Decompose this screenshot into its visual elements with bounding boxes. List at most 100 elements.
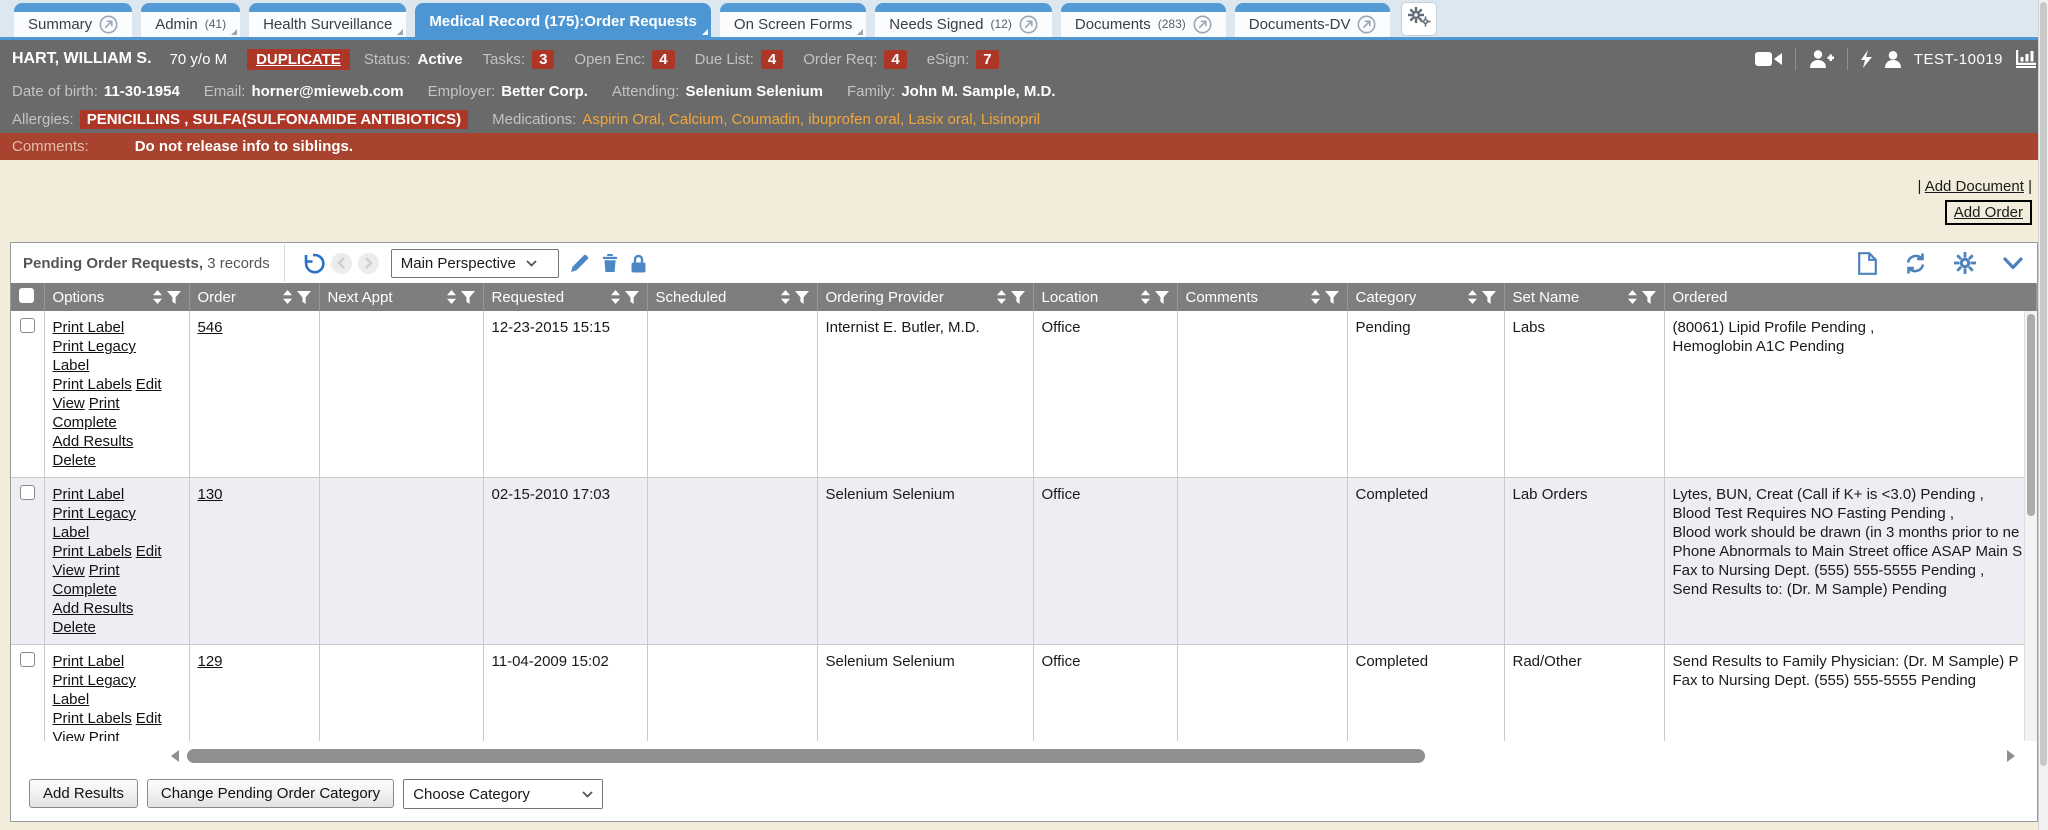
prev-page-icon[interactable] [331, 253, 352, 274]
popout-icon[interactable] [1019, 15, 1038, 34]
filter-funnel-icon[interactable] [625, 291, 639, 304]
due-list-badge[interactable]: 4 [761, 50, 783, 69]
undo-icon[interactable] [301, 252, 325, 274]
select-all-checkbox[interactable] [19, 288, 34, 303]
add-order-link[interactable]: Add Order [1954, 204, 2023, 221]
filter-funnel-icon[interactable] [461, 291, 475, 304]
delete-link[interactable]: Delete [53, 619, 96, 636]
row-checkbox[interactable] [20, 318, 35, 333]
scroll-left-arrow[interactable] [171, 750, 179, 762]
collapse-chevron-icon[interactable] [2003, 257, 2023, 270]
vertical-scrollbar[interactable] [2024, 311, 2037, 741]
add-results-link[interactable]: Add Results [53, 433, 134, 450]
order-number-link[interactable]: 129 [198, 653, 223, 670]
sort-icon[interactable] [153, 290, 162, 304]
row-checkbox[interactable] [20, 485, 35, 500]
row-checkbox[interactable] [20, 652, 35, 667]
scroll-right-arrow[interactable] [2007, 750, 2015, 762]
duplicate-badge[interactable]: DUPLICATE [247, 49, 350, 70]
sort-icon[interactable] [1468, 290, 1477, 304]
sort-icon[interactable] [997, 290, 1006, 304]
tasks-badge[interactable]: 3 [532, 50, 554, 69]
tab-documents-dv[interactable]: Documents-DV [1235, 3, 1391, 37]
filter-funnel-icon[interactable] [1325, 291, 1339, 304]
person-icon[interactable] [1885, 51, 1901, 68]
print-labels-link[interactable]: Print Labels [53, 376, 132, 393]
filter-funnel-icon[interactable] [297, 291, 311, 304]
tab-health-surveillance[interactable]: Health Surveillance [249, 3, 406, 37]
choose-category-select[interactable]: Choose Category [403, 779, 603, 809]
tab-medical-record[interactable]: Medical Record (175):Order Requests [415, 3, 711, 37]
tab-on-screen-forms[interactable]: On Screen Forms [720, 3, 866, 37]
print-link[interactable]: Print [89, 562, 120, 579]
perspective-select[interactable]: Main Perspective [391, 249, 559, 278]
print-labels-link[interactable]: Print Labels [53, 543, 132, 560]
delete-trash-icon[interactable] [602, 254, 618, 272]
open-enc-badge[interactable]: 4 [652, 50, 674, 69]
add-person-icon[interactable] [1809, 50, 1834, 68]
tab-summary[interactable]: Summary [14, 3, 132, 37]
filter-funnel-icon[interactable] [795, 291, 809, 304]
edit-pencil-icon[interactable] [571, 254, 589, 272]
view-link[interactable]: View [53, 395, 85, 412]
edit-link[interactable]: Edit [136, 543, 162, 560]
lightning-icon[interactable] [1861, 50, 1872, 68]
print-link[interactable]: Print [89, 395, 120, 412]
complete-link[interactable]: Complete [53, 414, 117, 431]
allergies-badge[interactable]: PENICILLINS , SULFA(SULFONAMIDE ANTIBIOT… [80, 110, 468, 129]
print-legacy-label-link[interactable]: Print Legacy Label [53, 505, 136, 541]
refresh-icon[interactable] [1904, 253, 1927, 274]
filter-funnel-icon[interactable] [167, 291, 181, 304]
view-link[interactable]: View [53, 729, 85, 741]
vertical-scrollbar-thumb[interactable] [2027, 314, 2035, 516]
sort-icon[interactable] [1628, 290, 1637, 304]
filter-funnel-icon[interactable] [1482, 291, 1496, 304]
order-number-link[interactable]: 546 [198, 319, 223, 336]
edit-link[interactable]: Edit [136, 710, 162, 727]
popout-icon[interactable] [99, 15, 118, 34]
next-page-icon[interactable] [358, 253, 379, 274]
popout-icon[interactable] [1193, 15, 1212, 34]
view-link[interactable]: View [53, 562, 85, 579]
esign-badge[interactable]: 7 [976, 50, 998, 69]
print-legacy-label-link[interactable]: Print Legacy Label [53, 338, 136, 374]
add-results-button[interactable]: Add Results [29, 779, 138, 808]
flowsheet-chart-icon[interactable] [2016, 50, 2036, 68]
complete-link[interactable]: Complete [53, 581, 117, 598]
change-pending-order-category-button[interactable]: Change Pending Order Category [147, 779, 394, 808]
sort-icon[interactable] [447, 290, 456, 304]
video-camera-icon[interactable] [1755, 51, 1782, 67]
tab-documents[interactable]: Documents (283) [1061, 3, 1226, 37]
print-legacy-label-link[interactable]: Print Legacy Label [53, 672, 136, 708]
window-scrollbar[interactable] [2038, 0, 2048, 830]
tab-needs-signed[interactable]: Needs Signed (12) [875, 3, 1052, 37]
print-labels-link[interactable]: Print Labels [53, 710, 132, 727]
print-label-link[interactable]: Print Label [53, 653, 125, 670]
window-scrollbar-thumb[interactable] [2040, 2, 2047, 766]
order-req-badge[interactable]: 4 [884, 50, 906, 69]
grid-settings-gear-icon[interactable] [1954, 252, 1976, 274]
add-document-link[interactable]: Add Document [1925, 178, 2024, 195]
sort-icon[interactable] [1311, 290, 1320, 304]
medications-list[interactable]: Aspirin Oral, Calcium, Coumadin, ibuprof… [582, 111, 1040, 128]
order-number-link[interactable]: 130 [198, 486, 223, 503]
filter-funnel-icon[interactable] [1642, 291, 1656, 304]
add-results-link[interactable]: Add Results [53, 600, 134, 617]
tab-admin[interactable]: Admin (41) [141, 3, 240, 37]
print-link[interactable]: Print [89, 729, 120, 741]
lock-icon[interactable] [631, 254, 646, 273]
sort-icon[interactable] [1141, 290, 1150, 304]
sort-icon[interactable] [283, 290, 292, 304]
sort-icon[interactable] [611, 290, 620, 304]
tab-settings-button[interactable] [1401, 2, 1437, 36]
sort-icon[interactable] [781, 290, 790, 304]
popout-icon[interactable] [1357, 15, 1376, 34]
print-label-link[interactable]: Print Label [53, 486, 125, 503]
filter-funnel-icon[interactable] [1011, 291, 1025, 304]
delete-link[interactable]: Delete [53, 452, 96, 469]
new-document-icon[interactable] [1858, 252, 1877, 275]
filter-funnel-icon[interactable] [1155, 291, 1169, 304]
print-label-link[interactable]: Print Label [53, 319, 125, 336]
edit-link[interactable]: Edit [136, 376, 162, 393]
horizontal-scrollbar-thumb[interactable] [187, 749, 1425, 763]
